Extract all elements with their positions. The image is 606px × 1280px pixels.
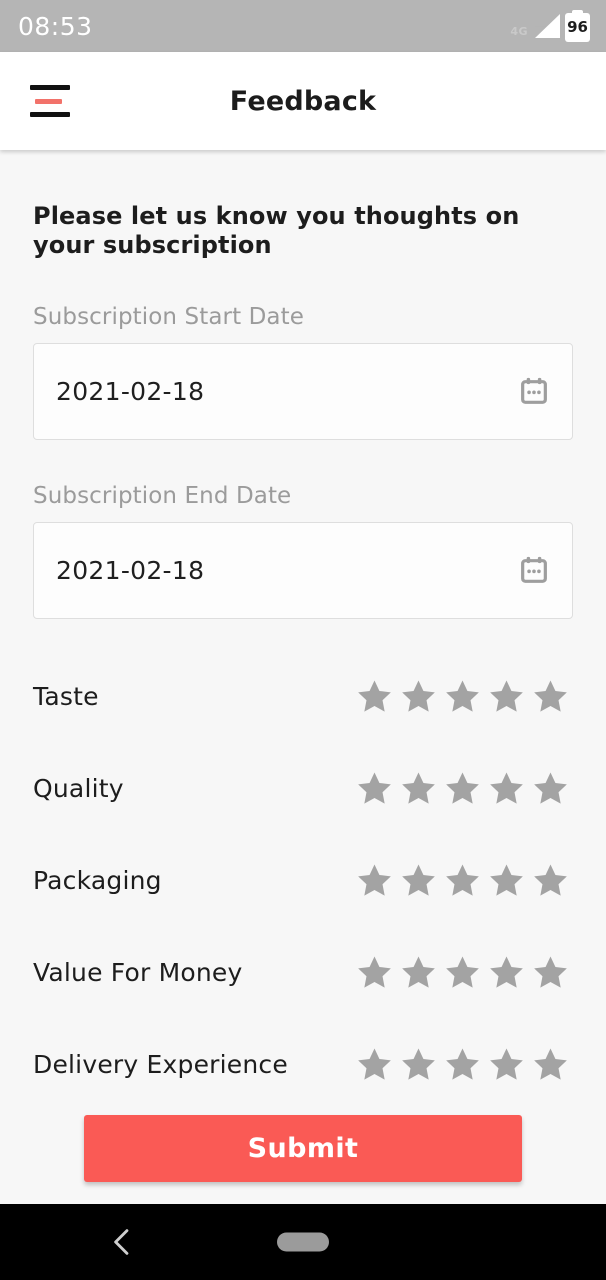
status-bar-clock: 08:53 — [18, 11, 93, 41]
rating-row: Quality — [33, 743, 573, 835]
page-title: Feedback — [229, 85, 377, 117]
rating-row: Taste — [33, 651, 573, 743]
form-heading: Please let us know you thoughts on your … — [33, 202, 520, 260]
start-date-label: Subscription Start Date — [33, 303, 304, 330]
rating-row: Packaging — [33, 835, 573, 927]
rating-list: Taste Quality Packaging Value For Money Deli… — [33, 651, 573, 1111]
hamburger-menu-icon[interactable] — [30, 85, 70, 117]
rating-label: Taste — [33, 682, 99, 712]
calendar-icon[interactable] — [518, 554, 550, 586]
rating-label: Packaging — [33, 866, 162, 896]
star-icon[interactable] — [488, 770, 525, 807]
calendar-icon[interactable] — [518, 375, 550, 407]
rating-label: Quality — [33, 774, 124, 804]
star-icon[interactable] — [532, 954, 569, 991]
hamburger-line-top — [30, 85, 70, 90]
star-icon[interactable] — [488, 954, 525, 991]
star-icon[interactable] — [532, 770, 569, 807]
star-icon[interactable] — [356, 770, 393, 807]
star-icon[interactable] — [400, 954, 437, 991]
start-date-value: 2021-02-18 — [56, 376, 205, 406]
star-icon[interactable] — [444, 1046, 481, 1083]
star-rating-control[interactable] — [356, 954, 569, 991]
home-pill-indicator[interactable] — [277, 1232, 329, 1252]
star-icon[interactable] — [532, 678, 569, 715]
chevron-left-icon[interactable] — [105, 1225, 139, 1259]
star-rating-control[interactable] — [356, 770, 569, 807]
battery-level-label: 96 — [567, 18, 588, 36]
network-type-label: 4G — [510, 24, 528, 38]
star-icon[interactable] — [488, 678, 525, 715]
rating-row: Value For Money — [33, 927, 573, 1019]
android-navigation-bar — [0, 1204, 606, 1280]
star-icon[interactable] — [400, 1046, 437, 1083]
star-icon[interactable] — [356, 678, 393, 715]
app-bar: Feedback — [0, 52, 606, 150]
rating-row: Delivery Experience — [33, 1019, 573, 1111]
star-icon[interactable] — [532, 862, 569, 899]
star-icon[interactable] — [488, 1046, 525, 1083]
star-icon[interactable] — [444, 954, 481, 991]
hamburger-line-bottom — [30, 112, 70, 117]
star-icon[interactable] — [444, 862, 481, 899]
star-icon[interactable] — [488, 862, 525, 899]
star-icon[interactable] — [356, 1046, 393, 1083]
end-date-field[interactable]: 2021-02-18 — [33, 521, 573, 619]
end-date-label: Subscription End Date — [33, 482, 292, 509]
status-bar-indicators: 4G 96 — [510, 10, 590, 42]
battery-icon: 96 — [565, 10, 590, 42]
phone-screen: 08:53 4G 96 Feedback Please let us know … — [0, 0, 606, 1280]
star-icon[interactable] — [400, 770, 437, 807]
start-date-field[interactable]: 2021-02-18 — [33, 342, 573, 440]
star-rating-control[interactable] — [356, 1046, 569, 1083]
star-rating-control[interactable] — [356, 862, 569, 899]
end-date-value: 2021-02-18 — [56, 555, 205, 585]
status-bar: 08:53 4G 96 — [0, 0, 606, 52]
submit-button-container: Submit — [0, 1115, 606, 1182]
star-icon[interactable] — [400, 862, 437, 899]
submit-button[interactable]: Submit — [84, 1115, 522, 1182]
star-rating-control[interactable] — [356, 678, 569, 715]
star-icon[interactable] — [400, 678, 437, 715]
star-icon[interactable] — [444, 678, 481, 715]
rating-label: Value For Money — [33, 958, 243, 988]
star-icon[interactable] — [356, 862, 393, 899]
rating-label: Delivery Experience — [33, 1050, 288, 1080]
form-content: Please let us know you thoughts on your … — [0, 150, 606, 1204]
signal-strength-icon — [533, 14, 560, 38]
star-icon[interactable] — [356, 954, 393, 991]
star-icon[interactable] — [532, 1046, 569, 1083]
star-icon[interactable] — [444, 770, 481, 807]
hamburger-line-middle — [35, 98, 62, 104]
